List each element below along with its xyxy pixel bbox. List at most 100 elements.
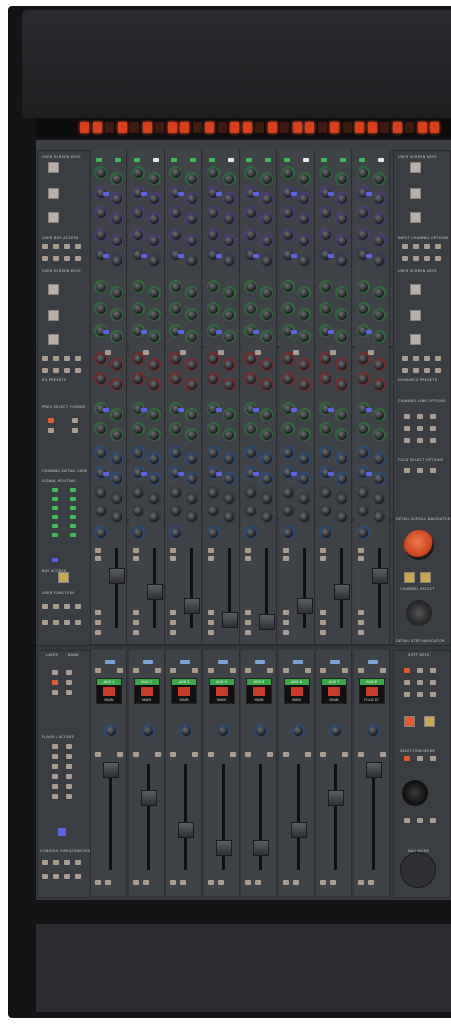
bay-button[interactable]: [64, 620, 70, 625]
solo-button[interactable]: [207, 556, 214, 561]
rotary-knob[interactable]: [186, 287, 197, 298]
rotary-knob[interactable]: [261, 359, 272, 370]
function-button[interactable]: [95, 880, 101, 885]
select-button[interactable]: [48, 428, 54, 433]
solo-button[interactable]: [304, 752, 311, 757]
rotary-knob[interactable]: [261, 255, 272, 266]
rotary-knob[interactable]: [149, 473, 159, 484]
function-button[interactable]: [342, 668, 348, 673]
user-key[interactable]: [48, 162, 59, 173]
function-button[interactable]: [320, 630, 326, 635]
soft-key[interactable]: [417, 692, 423, 697]
encoder-knob[interactable]: [105, 725, 116, 736]
rotary-knob[interactable]: [111, 379, 122, 390]
option-button[interactable]: [435, 244, 441, 249]
rotary-knob[interactable]: [336, 409, 347, 420]
layer-button[interactable]: [52, 670, 58, 675]
rotary-knob[interactable]: [261, 511, 272, 522]
bank-button[interactable]: [66, 680, 72, 685]
bank-led[interactable]: [367, 660, 378, 664]
rotary-knob[interactable]: [224, 409, 234, 420]
rotary-knob[interactable]: [224, 193, 234, 204]
rotary-knob[interactable]: [283, 423, 293, 434]
rotary-knob[interactable]: [374, 379, 384, 390]
rotary-knob[interactable]: [299, 255, 309, 266]
select-led[interactable]: [178, 408, 184, 412]
flash-button[interactable]: [66, 764, 72, 769]
trim-knob[interactable]: [320, 527, 331, 538]
bus-key[interactable]: [53, 256, 59, 261]
function-button[interactable]: [282, 880, 289, 885]
nav-mode-button[interactable]: [417, 818, 423, 823]
rotary-knob[interactable]: [283, 353, 293, 364]
dyn-preset-button[interactable]: [424, 368, 430, 373]
rotary-knob[interactable]: [261, 409, 272, 420]
pan-button[interactable]: [180, 350, 186, 355]
select-led[interactable]: [290, 254, 297, 258]
rotary-knob[interactable]: [186, 173, 197, 184]
solo-button[interactable]: [170, 556, 176, 561]
rotary-knob[interactable]: [224, 511, 234, 522]
rotary-knob[interactable]: [224, 359, 234, 370]
rotary-knob[interactable]: [374, 493, 384, 504]
function-button[interactable]: [170, 610, 176, 615]
rotary-knob[interactable]: [133, 505, 143, 516]
rotary-knob[interactable]: [208, 487, 218, 498]
rotary-knob[interactable]: [336, 511, 347, 522]
bus-key[interactable]: [42, 256, 48, 261]
function-button[interactable]: [170, 630, 176, 635]
fader-cap[interactable]: [365, 762, 382, 778]
dyn-preset-button[interactable]: [424, 356, 430, 361]
function-button[interactable]: [245, 668, 251, 673]
rotary-knob[interactable]: [374, 213, 384, 224]
soft-key[interactable]: [404, 680, 410, 685]
rotary-knob[interactable]: [208, 373, 218, 384]
rotary-knob[interactable]: [208, 167, 218, 178]
flash-button[interactable]: [66, 744, 72, 749]
rotary-knob[interactable]: [283, 505, 293, 516]
encoder-knob[interactable]: [180, 725, 191, 736]
bank-led[interactable]: [292, 660, 303, 664]
function-button[interactable]: [320, 610, 326, 615]
mute-button[interactable]: [207, 752, 214, 757]
eq-preset-button[interactable]: [64, 368, 70, 373]
mute-button[interactable]: [207, 548, 214, 553]
routing-led[interactable]: [70, 533, 76, 537]
simultaneous-button[interactable]: [42, 860, 48, 865]
mute-button[interactable]: [282, 752, 289, 757]
pan-button[interactable]: [142, 350, 149, 355]
rotary-knob[interactable]: [170, 373, 181, 384]
trim-knob[interactable]: [208, 527, 218, 538]
function-button[interactable]: [95, 630, 101, 635]
bay-button[interactable]: [75, 604, 81, 609]
solo-button[interactable]: [192, 752, 198, 757]
function-button[interactable]: [245, 880, 251, 885]
rotary-knob[interactable]: [95, 423, 106, 434]
fader-cap[interactable]: [328, 790, 344, 806]
rotary-knob[interactable]: [186, 309, 197, 320]
solo-button[interactable]: [95, 556, 101, 561]
rotary-knob[interactable]: [283, 229, 293, 240]
rotary-knob[interactable]: [133, 423, 143, 434]
select-led[interactable]: [253, 330, 259, 334]
rotary-knob[interactable]: [149, 511, 159, 522]
solo-button[interactable]: [245, 556, 251, 561]
dyn-preset-button[interactable]: [435, 356, 441, 361]
link-option-button[interactable]: [404, 414, 410, 419]
option-button[interactable]: [402, 256, 408, 261]
rotary-knob[interactable]: [245, 281, 256, 292]
solo-button[interactable]: [117, 752, 123, 757]
rotary-knob[interactable]: [283, 373, 293, 384]
function-button[interactable]: [132, 610, 139, 615]
function-button[interactable]: [379, 668, 386, 673]
rotary-knob[interactable]: [374, 453, 384, 464]
rotary-knob[interactable]: [95, 505, 106, 516]
rotary-knob[interactable]: [336, 473, 347, 484]
rotary-knob[interactable]: [336, 255, 347, 266]
encoder-knob[interactable]: [293, 725, 303, 736]
function-button[interactable]: [207, 668, 214, 673]
select-led[interactable]: [253, 254, 259, 258]
rotary-knob[interactable]: [320, 303, 331, 314]
link-option-button[interactable]: [417, 414, 423, 419]
rotary-knob[interactable]: [283, 447, 293, 458]
